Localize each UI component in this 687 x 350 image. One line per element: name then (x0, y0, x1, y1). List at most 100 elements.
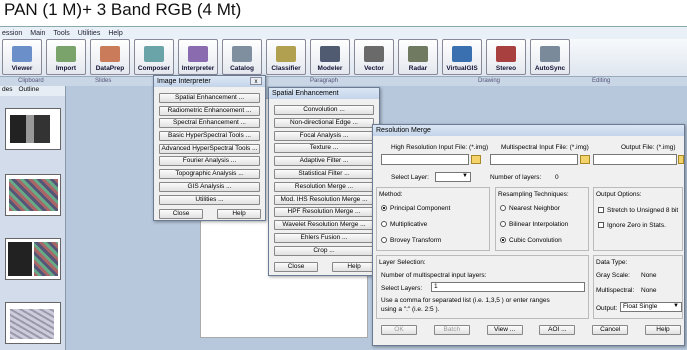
tab-slides[interactable]: des (2, 86, 12, 96)
toolbar-button-vector[interactable]: Vector (354, 39, 394, 75)
help-button[interactable]: Help (332, 262, 376, 272)
spatial-button[interactable]: Texture ... (274, 143, 374, 154)
interpreter-button[interactable]: Spatial Enhancement ... (159, 93, 260, 103)
stretch-checkbox[interactable]: Stretch to Unsigned 8 bit (598, 207, 678, 214)
interpreter-button[interactable]: Spectral Enhancement ... (159, 118, 260, 129)
method-label: Principal Component (390, 205, 451, 212)
interpreter-button[interactable]: Advanced HyperSpectral Tools ... (159, 143, 260, 154)
spatial-button[interactable]: Mod. IHS Resolution Merge ... (274, 194, 374, 205)
toolbar-button-classifier[interactable]: Classifier (266, 39, 306, 75)
close-button[interactable]: Close (159, 209, 203, 219)
menu-item[interactable]: Utilities (78, 30, 101, 37)
spatial-button[interactable]: Wavelet Resolution Merge ... (274, 220, 374, 231)
method-title: Method: (379, 191, 403, 198)
spatial-button[interactable]: Crop ... (274, 245, 374, 256)
view-button[interactable]: View ... (486, 325, 523, 335)
hint-line-1: Use a comma for separated list (i.e. 1,3… (381, 297, 550, 304)
resolution-merge-window: Resolution Merge High Resolution Input F… (372, 124, 685, 346)
cancel-button[interactable]: Cancel (592, 325, 629, 335)
radio-icon[interactable] (500, 221, 506, 228)
menu-item[interactable]: ession (2, 30, 22, 37)
radio-selected-icon[interactable] (500, 237, 506, 244)
folder-icon[interactable] (471, 155, 481, 164)
folder-icon[interactable] (678, 155, 684, 164)
interpreter-button[interactable]: Fourier Analysis ... (159, 156, 260, 167)
batch-button[interactable]: Batch (433, 325, 470, 335)
close-icon[interactable]: x (250, 77, 262, 85)
slide-thumbnail[interactable] (5, 238, 61, 280)
viewer-icon (12, 46, 32, 62)
window-title-text: Image Interpreter (157, 78, 211, 85)
resampling-title: Resampling Techniques: (498, 191, 569, 198)
radio-icon[interactable] (381, 237, 387, 244)
toolbar-label: Composer (137, 65, 171, 72)
help-button[interactable]: Help (217, 209, 261, 219)
toolbar-button-stereo[interactable]: Stereo (486, 39, 526, 75)
interpreter-button[interactable]: Radiometric Enhancement ... (159, 105, 260, 116)
checkbox-icon[interactable] (598, 207, 604, 214)
checkbox-icon[interactable] (598, 222, 604, 229)
resample-bilinear[interactable]: Bilinear Interpolation (500, 221, 568, 228)
slide-thumbnail[interactable] (5, 174, 61, 216)
spatial-button[interactable]: Convolution ... (274, 105, 374, 115)
num-ms-layers-label: Number of multispectral input layers: (381, 272, 487, 279)
select-layers-label: Select Layers: (381, 285, 423, 292)
toolbar-button-virtualgis[interactable]: VirtualGIS (442, 39, 482, 75)
stereo-icon (496, 46, 516, 62)
toolbar-label: AutoSync (534, 65, 566, 72)
spatial-button[interactable]: Focal Analysis ... (274, 130, 374, 141)
high-res-input[interactable] (381, 154, 469, 165)
output-type-dropdown[interactable]: Float Single ▼ (620, 302, 682, 312)
ignore-zero-checkbox[interactable]: Ignore Zero in Stats. (598, 222, 666, 229)
method-group: Method: Principal Component Multiplicati… (376, 187, 490, 251)
folder-icon[interactable] (580, 155, 590, 164)
toolbar-button-interpreter[interactable]: Interpreter (178, 39, 218, 75)
help-button[interactable]: Help (644, 325, 681, 335)
ok-button[interactable]: OK (381, 325, 417, 335)
toolbar-button-modeler[interactable]: Modeler (310, 39, 350, 75)
interpreter-button[interactable]: Topographic Analysis ... (159, 169, 260, 180)
toolbar-button-autosync[interactable]: AutoSync (530, 39, 570, 75)
slide-thumbnail[interactable] (5, 302, 61, 344)
toolbar-button-radar[interactable]: Radar (398, 39, 438, 75)
menu-item[interactable]: Tools (53, 30, 69, 37)
menu-item[interactable]: Main (30, 30, 45, 37)
toolbar-button-catalog[interactable]: Catalog (222, 39, 262, 75)
modeler-icon (320, 46, 340, 62)
resampling-label: Bilinear Interpolation (509, 221, 569, 228)
resample-cubic[interactable]: Cubic Convolution (500, 237, 562, 244)
aoi-button[interactable]: AOI ... (539, 325, 576, 335)
toolbar-button-composer[interactable]: Composer (134, 39, 174, 75)
composer-icon (144, 46, 164, 62)
interpreter-button[interactable]: GIS Analysis ... (159, 181, 260, 192)
radio-icon[interactable] (500, 205, 506, 212)
radio-selected-icon[interactable] (381, 205, 387, 212)
interpreter-icon (188, 46, 208, 62)
toolbar-label: Import (55, 65, 77, 72)
method-principal-component[interactable]: Principal Component (381, 205, 450, 212)
menu-item[interactable]: Help (108, 30, 122, 37)
multispectral-input[interactable] (490, 154, 578, 165)
spatial-button[interactable]: HPF Resolution Merge ... (274, 207, 374, 218)
output-file-input[interactable] (593, 154, 677, 165)
select-layers-input[interactable]: 1 (431, 282, 585, 292)
toolbar-button-import[interactable]: Import (46, 39, 86, 75)
close-button[interactable]: Close (274, 262, 318, 272)
spatial-button[interactable]: Ehlers Fusion ... (274, 232, 374, 243)
spatial-button[interactable]: Statistical Filter ... (274, 168, 374, 179)
spatial-button[interactable]: Resolution Merge ... (274, 181, 374, 192)
interpreter-button[interactable]: Utilities ... (159, 194, 260, 205)
slide-thumbnail[interactable] (5, 108, 61, 150)
toolbar-button-dataprep[interactable]: DataPrep (90, 39, 130, 75)
interpreter-button[interactable]: Basic HyperSpectral Tools ... (159, 131, 260, 142)
toolbar-button-viewer[interactable]: Viewer (2, 39, 42, 75)
tab-outline[interactable]: Outline (18, 86, 39, 96)
number-of-layers-label: Number of layers: (490, 174, 542, 181)
spatial-button[interactable]: Non-directional Edge ... (274, 117, 374, 128)
select-layer-dropdown[interactable]: ▼ (435, 172, 471, 182)
radio-icon[interactable] (381, 221, 387, 228)
method-multiplicative[interactable]: Multiplicative (381, 221, 427, 228)
method-brovey[interactable]: Brovey Transform (381, 237, 441, 244)
spatial-button[interactable]: Adaptive Filter ... (274, 156, 374, 167)
resample-nearest[interactable]: Nearest Neighbor (500, 205, 560, 212)
